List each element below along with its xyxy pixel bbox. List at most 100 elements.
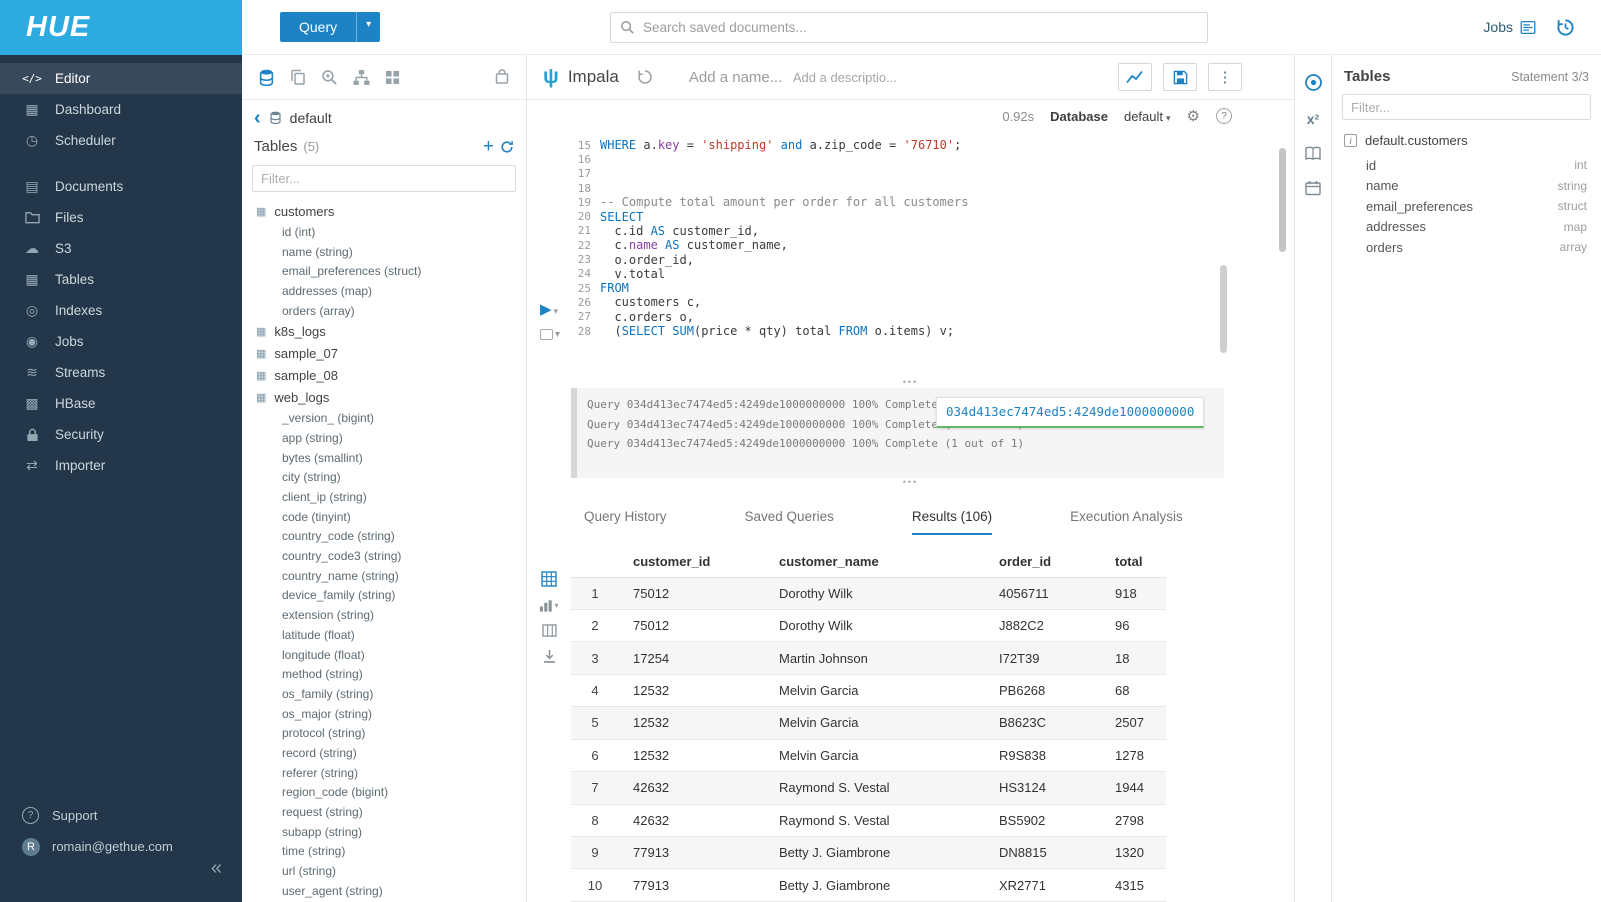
table-item[interactable]: ▦sample_07 — [242, 342, 526, 364]
schedule-assist-icon[interactable] — [1305, 180, 1321, 196]
sidebar-collapse-icon[interactable]: « — [211, 857, 222, 880]
sidebar-item-indexes[interactable]: ◎Indexes — [0, 295, 242, 326]
column-item[interactable]: region_code (bigint) — [242, 783, 526, 803]
column-item[interactable]: time (string) — [242, 842, 526, 862]
column-item[interactable]: method (string) — [242, 664, 526, 684]
collections-bag-icon[interactable] — [494, 69, 510, 85]
search-input[interactable] — [643, 20, 1207, 35]
help-icon[interactable]: ? — [1216, 108, 1232, 124]
database-name[interactable]: default — [290, 110, 332, 126]
column-item[interactable]: extension (string) — [242, 605, 526, 625]
column-item[interactable]: longitude (float) — [242, 645, 526, 665]
editor-scrollbar[interactable] — [1220, 265, 1227, 353]
grid-view-icon[interactable] — [541, 571, 557, 587]
back-chevron-icon[interactable]: ‹ — [254, 108, 261, 128]
column-item[interactable]: country_code (string) — [242, 527, 526, 547]
language-reference-icon[interactable] — [1304, 146, 1322, 161]
save-button[interactable] — [1163, 63, 1197, 91]
search-assist-icon[interactable] — [321, 69, 338, 86]
sitemap-assist-icon[interactable] — [353, 69, 370, 86]
column-item[interactable]: os_major (string) — [242, 704, 526, 724]
refresh-tables-icon[interactable] — [500, 140, 514, 154]
sidebar-item-files[interactable]: Files — [0, 202, 242, 233]
column-item[interactable]: subapp (string) — [242, 822, 526, 842]
results-table[interactable]: customer_idcustomer_nameorder_idtotal 17… — [571, 547, 1166, 902]
right-filter-input[interactable] — [1342, 94, 1591, 120]
column-item[interactable]: country_name (string) — [242, 566, 526, 586]
jobs-link[interactable]: Jobs — [1483, 19, 1536, 35]
sidebar-item-tables[interactable]: ▦Tables — [0, 264, 242, 295]
column-item[interactable]: app (string) — [242, 428, 526, 448]
sidebar-item-dashboard[interactable]: ▦Dashboard — [0, 94, 242, 125]
query-dropdown-caret[interactable]: ▾ — [356, 12, 380, 42]
column-item[interactable]: email_preferences (struct) — [242, 261, 526, 281]
execute-button[interactable]: ▶▾ — [540, 301, 558, 318]
user-menu[interactable]: R romain@gethue.com — [0, 831, 242, 862]
context-assist-icon[interactable] — [1304, 73, 1323, 92]
functions-assist-icon[interactable]: x² — [1307, 111, 1319, 127]
column-item[interactable]: _version_ (bigint) — [242, 408, 526, 428]
tab-saved-queries[interactable]: Saved Queries — [745, 504, 834, 535]
hue-logo[interactable]: HUE — [0, 0, 242, 55]
table-item[interactable]: ▦k8s_logs — [242, 320, 526, 342]
column-item[interactable]: namestring — [1332, 176, 1601, 197]
column-item[interactable]: ordersarray — [1332, 237, 1601, 258]
column-item[interactable]: latitude (float) — [242, 625, 526, 645]
tab-results-106[interactable]: Results (106) — [912, 504, 992, 535]
resize-handle-top[interactable]: ••• — [527, 378, 1294, 388]
column-item[interactable]: device_family (string) — [242, 586, 526, 606]
code-editor[interactable]: 15WHERE a.key = 'shipping' and a.zip_cod… — [527, 132, 1294, 378]
sidebar-item-jobs[interactable]: ◉Jobs — [0, 326, 242, 357]
column-item[interactable]: client_ip (string) — [242, 487, 526, 507]
column-item[interactable]: id (int) — [242, 222, 526, 242]
context-table-item[interactable]: i default.customers — [1332, 124, 1601, 153]
table-item[interactable]: ▦sample_08 — [242, 364, 526, 386]
snippet-history-icon[interactable] — [637, 69, 653, 85]
more-actions-button[interactable]: ⋮ — [1208, 63, 1242, 91]
support-link[interactable]: ? Support — [0, 800, 242, 831]
column-item[interactable]: name (string) — [242, 242, 526, 262]
settings-gear-icon[interactable]: ⚙ — [1187, 107, 1200, 125]
column-item[interactable]: city (string) — [242, 468, 526, 488]
table-item[interactable]: ▦customers — [242, 200, 526, 222]
column-item[interactable]: addressesmap — [1332, 217, 1601, 238]
query-description-input[interactable] — [793, 70, 911, 85]
sidebar-item-streams[interactable]: ≋Streams — [0, 357, 242, 388]
download-icon[interactable] — [542, 649, 557, 664]
documents-assist-icon[interactable] — [290, 69, 306, 85]
column-item[interactable]: referer (string) — [242, 763, 526, 783]
column-item[interactable]: user_agent (string) — [242, 881, 526, 901]
column-item[interactable]: orders (array) — [242, 301, 526, 321]
snippet-settings-button[interactable]: ▾ — [540, 329, 574, 340]
new-query-button[interactable]: Query ▾ — [280, 12, 380, 42]
column-item[interactable]: bytes (smallint) — [242, 448, 526, 468]
column-item[interactable]: os_family (string) — [242, 684, 526, 704]
column-item[interactable]: url (string) — [242, 861, 526, 881]
table-item[interactable]: ▦web_logs — [242, 386, 526, 408]
columns-view-icon[interactable] — [542, 624, 557, 637]
tab-execution-analysis[interactable]: Execution Analysis — [1070, 504, 1183, 535]
column-item[interactable]: idint — [1332, 155, 1601, 176]
column-item[interactable]: country_code3 (string) — [242, 546, 526, 566]
sidebar-item-s3[interactable]: ☁S3 — [0, 233, 242, 264]
column-item[interactable]: protocol (string) — [242, 723, 526, 743]
page-scrollbar[interactable] — [1279, 148, 1286, 252]
column-item[interactable]: request (string) — [242, 802, 526, 822]
apps-assist-icon[interactable] — [385, 70, 400, 85]
sidebar-item-importer[interactable]: ⇄Importer — [0, 450, 242, 481]
database-selector[interactable]: default▾ — [1124, 109, 1171, 124]
column-item[interactable]: addresses (map) — [242, 281, 526, 301]
sidebar-item-hbase[interactable]: ▩HBase — [0, 388, 242, 419]
column-item[interactable]: code (tinyint) — [242, 507, 526, 527]
add-table-icon[interactable]: + — [483, 137, 494, 156]
resize-handle-bottom[interactable]: ••• — [527, 478, 1294, 490]
chart-button[interactable] — [1118, 63, 1152, 91]
column-item[interactable]: record (string) — [242, 743, 526, 763]
query-name-input[interactable] — [689, 69, 785, 86]
query-history-topbar-icon[interactable] — [1556, 18, 1575, 37]
databases-assist-icon[interactable] — [258, 69, 275, 86]
table-filter-input[interactable] — [252, 165, 516, 192]
sidebar-item-security[interactable]: Security — [0, 419, 242, 450]
chart-view-icon[interactable]: ▾ — [539, 599, 558, 612]
sidebar-item-editor[interactable]: </>Editor — [0, 63, 242, 94]
